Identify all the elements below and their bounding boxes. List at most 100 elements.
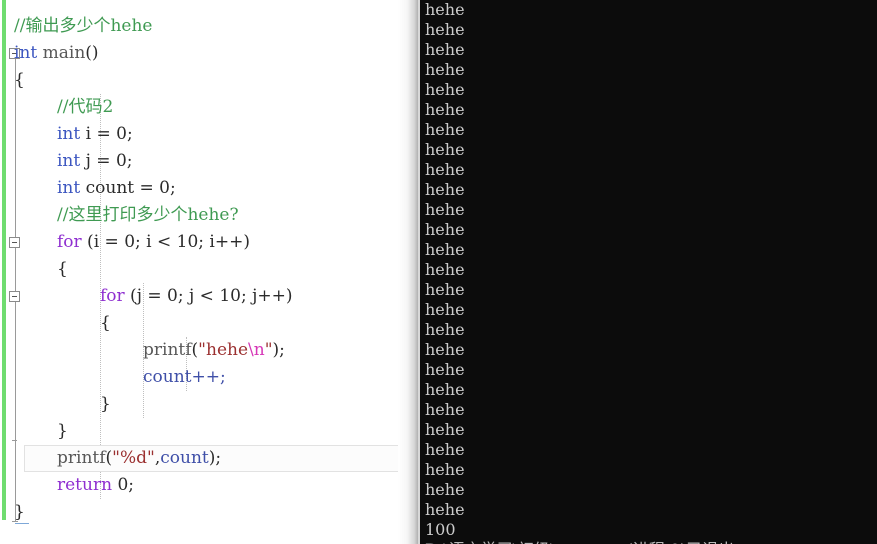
code-line-text: } (14, 499, 25, 526)
code-token: ; j++) (240, 286, 293, 306)
console-output-line: hehe (425, 80, 465, 99)
console-output-line: hehe (425, 200, 465, 219)
console-output-line: hehe (425, 240, 465, 259)
code-editor-pane[interactable]: //输出多少个hehe int main(){//代码2 int i = 0; int… (0, 0, 418, 544)
code-token: ; (126, 151, 133, 171)
code-token: (i = (81, 232, 125, 252)
code-line-text: for (j = 0; j < 10; j++) (100, 283, 292, 310)
code-token: int (57, 124, 81, 144)
console-output-line: hehe (425, 400, 465, 419)
code-token: for (100, 286, 125, 306)
code-token: { (57, 259, 68, 279)
code-token: return (57, 475, 113, 495)
code-line-text: int main() (14, 40, 99, 67)
console-output-line: hehe (425, 220, 465, 239)
code-token: ); (272, 340, 285, 360)
outlining-branch-tick (12, 440, 17, 441)
code-line-text: int i = 0; (57, 121, 133, 148)
code-token: } (100, 394, 111, 414)
code-token: 0 (167, 286, 178, 306)
code-line-text: } (100, 391, 111, 418)
console-output-line: hehe (425, 140, 465, 159)
console-output-line: hehe (425, 280, 465, 299)
code-token: \n (248, 340, 265, 360)
code-line-text: return 0; (57, 472, 134, 499)
code-token: printf (57, 448, 106, 468)
console-output-line: hehe (425, 440, 465, 459)
code-token: j = (80, 151, 116, 171)
console-output-line: hehe (425, 40, 465, 59)
console-output-line: hehe (425, 420, 465, 439)
code-token: count (160, 448, 209, 468)
console-output-pane[interactable]: hehe hehe hehe hehe hehe hehe hehe hehe hehe hehe… (418, 0, 877, 544)
code-token: (j = (124, 286, 168, 306)
code-line-text: int j = 0; (57, 148, 133, 175)
console-output-line: hehe (425, 380, 465, 399)
console-output-line: hehe (425, 340, 465, 359)
code-line-text: { (100, 310, 111, 337)
code-line-text: //这里打印多少个hehe? (57, 202, 239, 229)
code-token: ; (170, 178, 176, 198)
code-token: int (57, 178, 81, 198)
code-token: "%d" (112, 448, 155, 468)
text-caret-underline (15, 523, 29, 524)
code-token: ; (128, 475, 135, 495)
code-token: ; i++) (198, 232, 250, 252)
change-indicator-bar (2, 0, 6, 520)
console-result-value: 100 (425, 520, 456, 539)
console-output-line: hehe (425, 360, 465, 379)
code-line-text: printf("%d",count); (57, 445, 221, 472)
console-output-line: hehe (425, 480, 465, 499)
console-output-line: hehe (425, 0, 465, 19)
code-token: main (37, 43, 86, 63)
outlining-spine (15, 59, 16, 521)
pane-splitter[interactable] (398, 0, 418, 544)
code-token: { (100, 313, 111, 333)
code-line-text: } (57, 418, 68, 445)
code-token: ; (126, 124, 133, 144)
code-line-text: { (57, 256, 68, 283)
code-token: count++; (143, 367, 226, 387)
screenshot-root: //输出多少个hehe int main(){//代码2 int i = 0; int… (0, 0, 877, 544)
console-output-line: hehe (425, 120, 465, 139)
console-output-line: hehe (425, 300, 465, 319)
code-line-text: count++; (143, 364, 226, 391)
code-token: printf (143, 340, 192, 360)
code-token: 10 (219, 286, 241, 306)
code-token: count = (80, 178, 160, 198)
code-line-text: for (i = 0; i < 10; i++) (57, 229, 250, 256)
current-line-left-edge (24, 445, 25, 472)
code-token: 10 (176, 232, 199, 252)
code-token: int (14, 43, 38, 63)
console-output-line: hehe (425, 100, 465, 119)
console-output-line: hehe (425, 500, 465, 519)
code-token: 0 (159, 178, 170, 198)
code-token: } (14, 502, 25, 522)
code-token: " (264, 340, 273, 360)
fold-toggle-outer-for[interactable] (9, 237, 20, 248)
code-line-text: int count = 0; (57, 175, 176, 202)
code-token: ); (208, 448, 222, 468)
code-token: for (57, 232, 82, 252)
code-token: 0 (116, 124, 127, 144)
console-output-line: hehe (425, 60, 465, 79)
code-token: "hehe (198, 340, 249, 360)
fold-toggle-inner-for[interactable] (9, 291, 20, 302)
code-token: i = (80, 124, 117, 144)
code-token: 0 (115, 151, 127, 171)
code-token: ; i < (135, 232, 177, 252)
console-output-line: hehe (425, 160, 465, 179)
code-token: () (85, 43, 99, 63)
console-output-line: hehe (425, 20, 465, 39)
console-exit-message: D:\语言学习\初级\... (进程 0)已退出。 (425, 540, 750, 544)
console-output-line: hehe (425, 260, 465, 279)
code-line-text: printf("hehe\n"); (143, 337, 285, 364)
code-token: { (14, 70, 25, 90)
code-line-text: //代码2 (57, 94, 113, 121)
code-token: } (57, 421, 68, 441)
code-token: 0 (117, 475, 129, 495)
console-output-line: hehe (425, 180, 465, 199)
code-line-text: //输出多少个hehe (14, 13, 152, 40)
console-output-line: hehe (425, 320, 465, 339)
code-token: 0 (124, 232, 136, 252)
